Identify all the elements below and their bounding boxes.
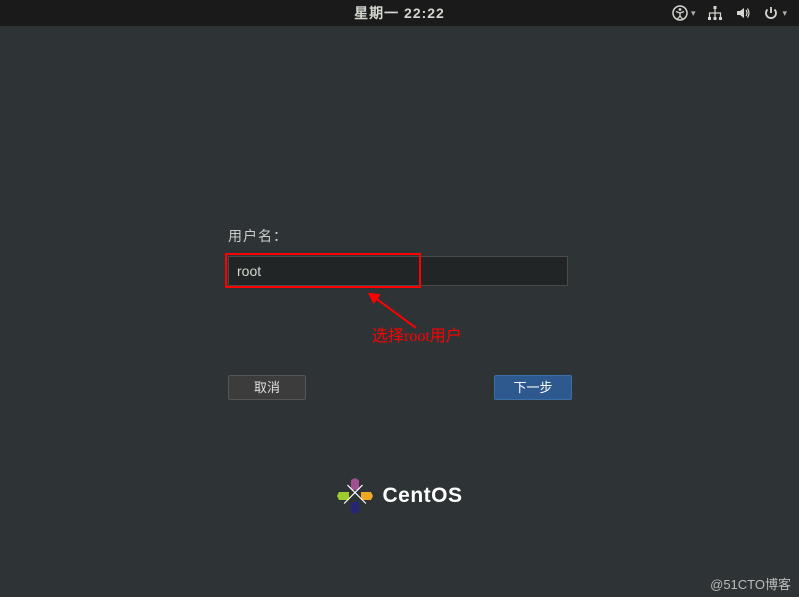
weekday-label: 星期一 <box>354 5 399 21</box>
watermark: @51CTO博客 <box>710 574 791 593</box>
clock: 星期一 22:22 <box>354 3 445 23</box>
caret-down-icon: ▾ <box>691 8 696 19</box>
username-label: 用户名： <box>228 226 572 246</box>
power-icon <box>763 5 779 21</box>
accessibility-menu[interactable]: ▾ <box>672 5 696 21</box>
top-bar: 星期一 22:22 ▾ <box>0 0 799 26</box>
annotation-text: 选择root用户 <box>372 322 462 346</box>
cancel-button[interactable]: 取消 <box>228 375 306 400</box>
centos-brand-text: CentOS <box>382 484 462 508</box>
button-row: 取消 下一步 <box>228 375 572 400</box>
centos-logo-icon <box>336 478 372 514</box>
login-form: 用户名： <box>228 226 572 286</box>
caret-down-icon: ▾ <box>782 8 787 19</box>
volume-menu[interactable] <box>735 5 751 21</box>
volume-icon <box>735 5 751 21</box>
network-icon <box>707 5 723 21</box>
topbar-right: ▾ ▾ <box>672 5 787 21</box>
username-input[interactable] <box>228 256 568 286</box>
annotation-arrow <box>366 293 426 333</box>
time-label: 22:22 <box>404 5 445 21</box>
next-button[interactable]: 下一步 <box>494 375 572 400</box>
centos-logo: CentOS <box>336 478 462 514</box>
network-menu[interactable] <box>707 5 723 21</box>
accessibility-icon <box>672 5 688 21</box>
username-input-wrap <box>228 256 572 286</box>
power-menu[interactable]: ▾ <box>763 5 787 21</box>
